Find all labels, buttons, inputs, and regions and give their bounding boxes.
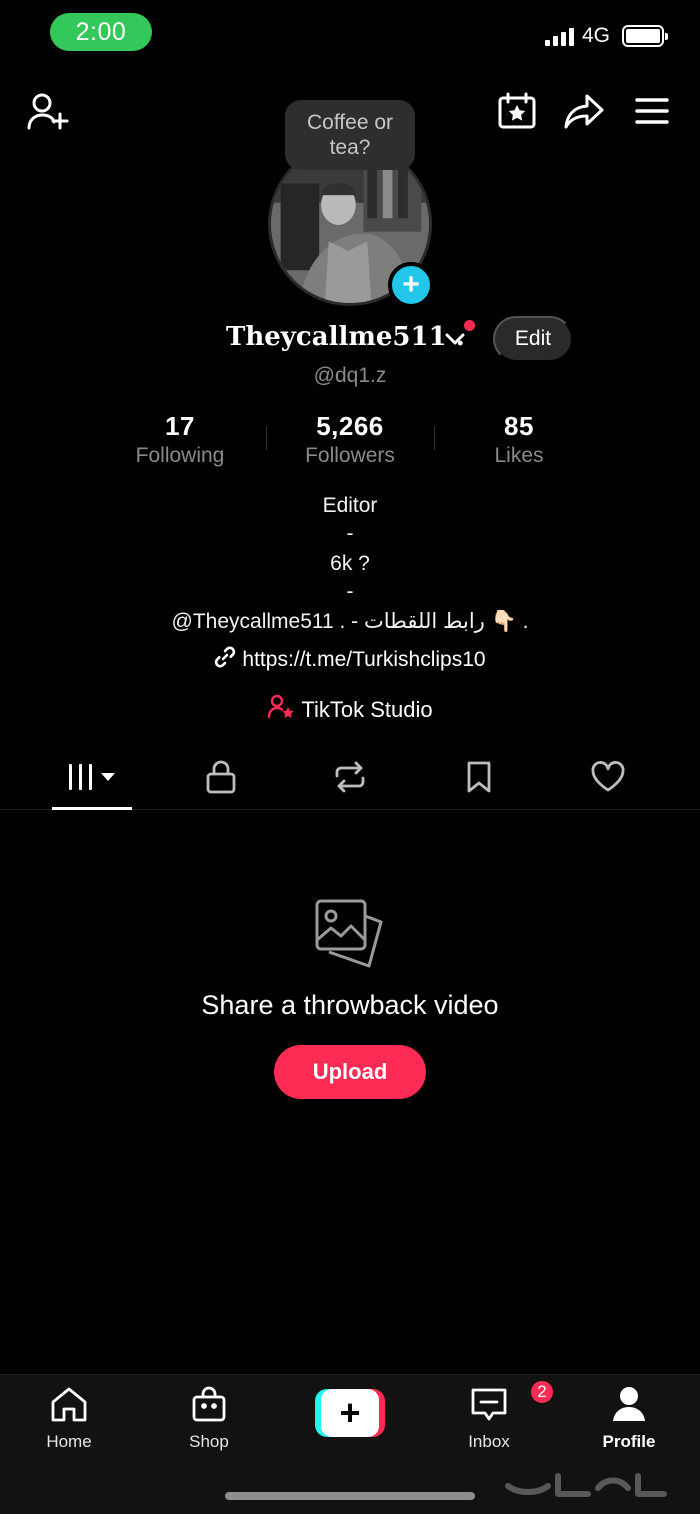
- nav-label: Shop: [189, 1432, 229, 1451]
- stat-followers[interactable]: 5,266 Followers: [265, 408, 435, 468]
- stat-likes[interactable]: 85 Likes: [434, 408, 604, 468]
- profile-tabs: [0, 748, 700, 810]
- share-arrow-icon[interactable]: [563, 92, 605, 130]
- bio-line: -: [346, 580, 354, 603]
- watermark-logo: [500, 1466, 670, 1508]
- tiktok-studio-link[interactable]: TikTok Studio: [0, 694, 700, 726]
- bookmark-icon: [464, 760, 494, 799]
- stat-label: Followers: [305, 444, 395, 467]
- link-text[interactable]: https://t.me/Turkishclips10: [242, 648, 485, 672]
- status-bar: 2:00 4G: [0, 0, 700, 70]
- nav-shop[interactable]: Shop: [154, 1385, 264, 1452]
- stat-value: 17: [165, 411, 195, 441]
- display-name: Theycallme511 .: [226, 322, 465, 352]
- tab-private[interactable]: [181, 748, 261, 810]
- stat-following[interactable]: 17 Following: [95, 408, 265, 468]
- active-tab-indicator: [52, 807, 132, 810]
- heart-icon: [590, 760, 626, 798]
- empty-state-title: Share a throwback video: [201, 990, 499, 1020]
- nav-inbox[interactable]: 2 Inbox: [434, 1379, 555, 1452]
- lock-icon: [205, 760, 237, 799]
- bio-line[interactable]: @Theycallme511 . - رابط اللقطات 👇🏻 .: [0, 609, 700, 634]
- stat-label: Likes: [494, 444, 544, 467]
- photos-icon: [312, 896, 388, 977]
- status-time: 2:00: [50, 13, 152, 51]
- bio-line: 6k ?: [330, 552, 370, 575]
- studio-label: TikTok Studio: [301, 697, 433, 722]
- nav-label: Profile: [602, 1432, 656, 1451]
- chevron-down-icon[interactable]: [443, 330, 467, 353]
- create-plus-icon[interactable]: +: [315, 1389, 385, 1437]
- add-story-button[interactable]: +: [388, 262, 434, 308]
- notification-dot: [464, 320, 475, 331]
- profile-stats: 17 Following 5,266 Followers 85 Likes: [0, 408, 700, 472]
- edit-profile-button[interactable]: Edit: [493, 316, 573, 362]
- battery-icon: [622, 25, 668, 47]
- tab-liked[interactable]: [568, 748, 648, 810]
- profile-icon: [610, 1385, 648, 1428]
- hamburger-menu-icon[interactable]: [634, 96, 670, 126]
- name-row: Theycallme511 . Edit: [0, 316, 700, 362]
- stat-label: Following: [135, 444, 225, 467]
- repost-icon: [331, 760, 369, 799]
- link-icon: [214, 646, 236, 674]
- inbox-badge: 2: [529, 1379, 555, 1405]
- home-icon: [49, 1385, 89, 1428]
- person-plus-icon[interactable]: [26, 92, 70, 132]
- inbox-icon: 2: [469, 1379, 555, 1428]
- videos-grid-icon: [65, 761, 119, 798]
- nav-label: Home: [46, 1432, 92, 1451]
- note-bubble[interactable]: Coffee or tea?: [285, 100, 415, 170]
- bio-link[interactable]: https://t.me/Turkishclips10: [0, 646, 700, 674]
- tab-favorites[interactable]: [439, 748, 519, 810]
- home-indicator[interactable]: [225, 1492, 475, 1500]
- nav-label: Inbox: [468, 1432, 510, 1451]
- nav-profile[interactable]: Profile: [574, 1385, 684, 1452]
- status-indicators: 4G: [544, 24, 668, 48]
- upload-button[interactable]: Upload: [274, 1045, 426, 1099]
- bio-line: -: [346, 522, 354, 545]
- network-label: 4G: [581, 24, 610, 47]
- bio-line: Editor: [322, 494, 378, 517]
- stat-value: 5,266: [316, 411, 384, 441]
- calendar-star-icon[interactable]: [497, 92, 537, 130]
- signal-icon: [544, 26, 574, 46]
- username-handle: @dq1.z: [313, 364, 387, 387]
- nav-home[interactable]: Home: [14, 1385, 124, 1452]
- studio-person-icon: [267, 694, 295, 726]
- tab-videos[interactable]: [52, 748, 132, 810]
- stat-value: 85: [504, 411, 534, 441]
- tab-reposts[interactable]: [310, 748, 390, 810]
- shop-bag-icon: [190, 1385, 228, 1428]
